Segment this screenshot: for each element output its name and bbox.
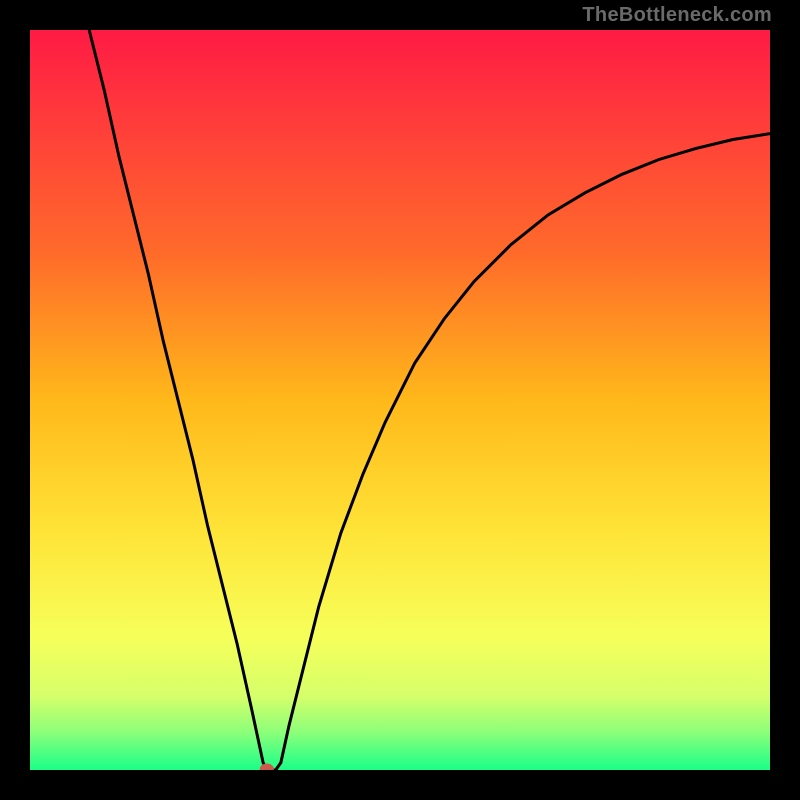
attribution-text: TheBottleneck.com <box>582 4 772 27</box>
plot-frame <box>30 30 770 770</box>
gradient-background <box>30 30 770 770</box>
bottleneck-chart <box>30 30 770 770</box>
